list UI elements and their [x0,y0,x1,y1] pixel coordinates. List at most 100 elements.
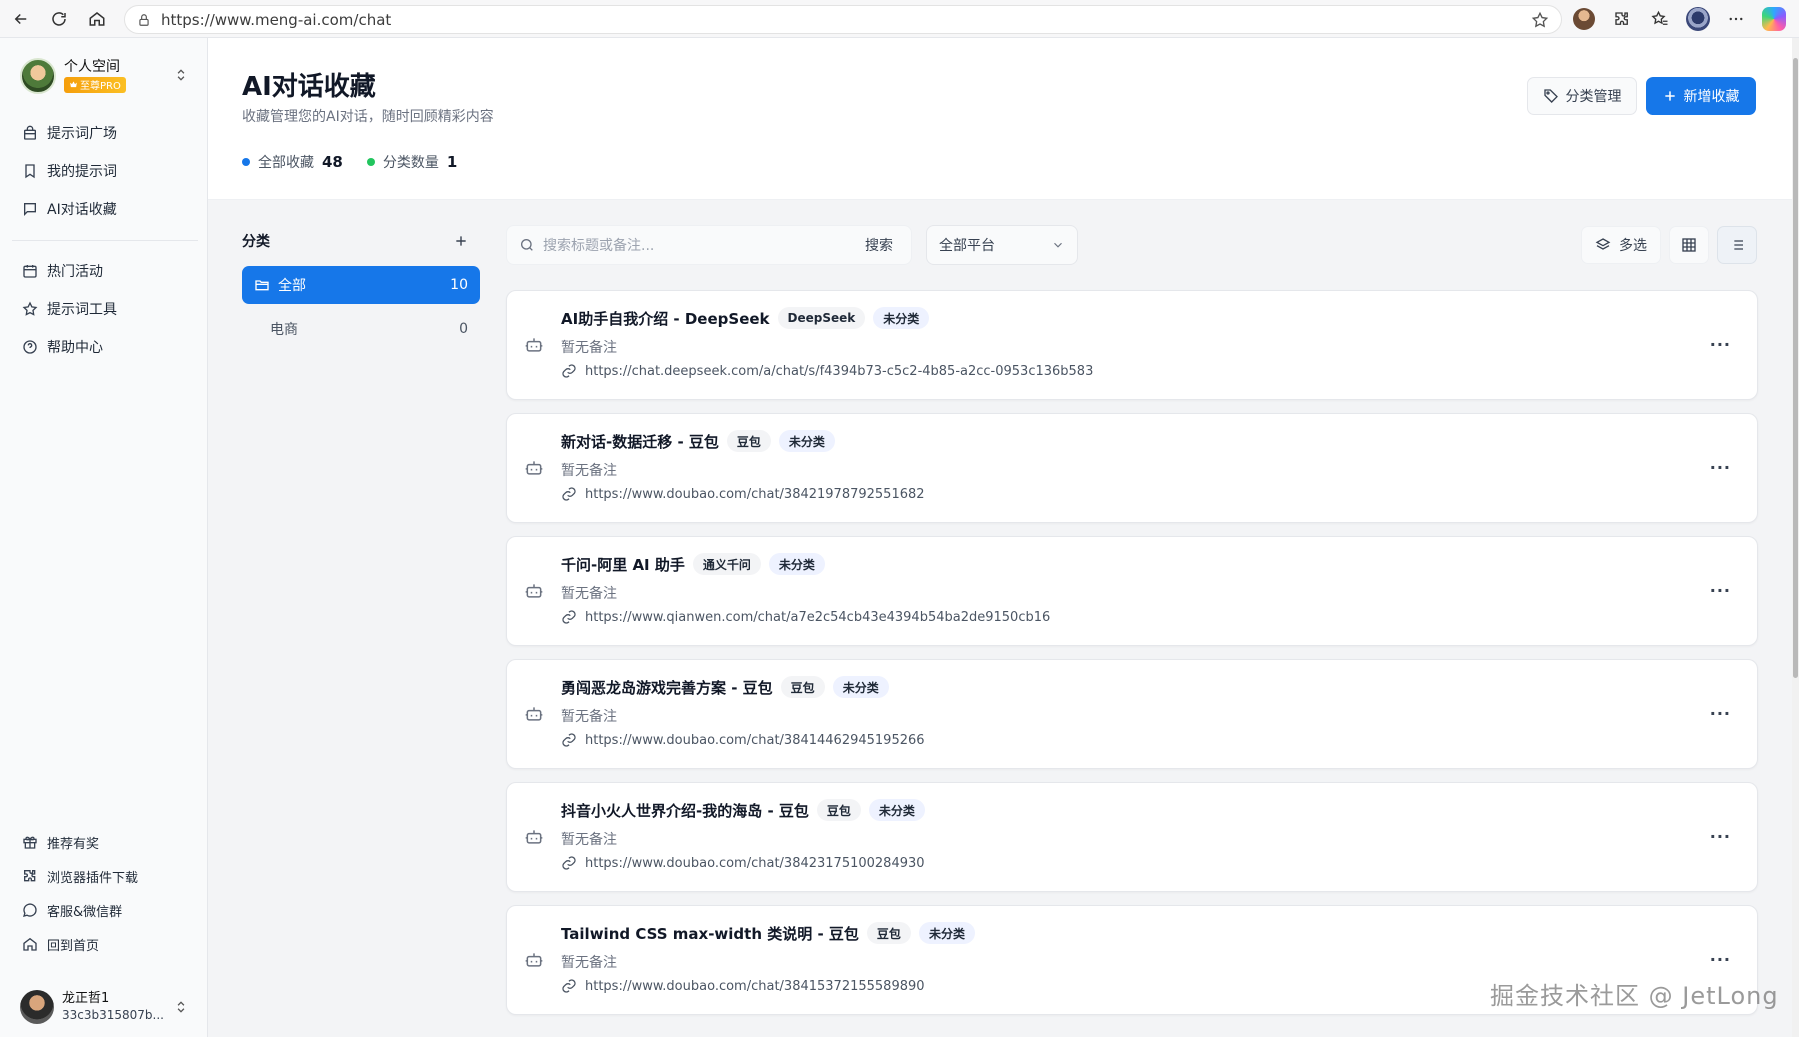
card-title: 新对话-数据迁移 - 豆包 [561,432,719,451]
lock-icon [137,13,151,27]
favorite-card[interactable]: AI助手自我介绍 - DeepSeek DeepSeek 未分类 暂无备注 ht… [506,290,1758,400]
stat-total-favorites: 全部收藏 48 [242,152,343,172]
link-icon [561,978,577,994]
robot-icon [524,827,544,847]
more-options-icon[interactable]: ··· [1710,581,1731,600]
back-icon[interactable] [4,2,38,36]
favorites-list: AI助手自我介绍 - DeepSeek DeepSeek 未分类 暂无备注 ht… [506,290,1758,1028]
sidebar-item-ai-chat-favorites[interactable]: AI对话收藏 [12,190,200,228]
chevron-updown-icon [174,999,188,1015]
favorite-card[interactable]: 新对话-数据迁移 - 豆包 豆包 未分类 暂无备注 https://www.do… [506,413,1758,523]
page-scrollbar[interactable] [1792,38,1799,1037]
list-view-button[interactable] [1717,226,1757,264]
link-icon [561,363,577,379]
more-options-icon[interactable]: ··· [1710,950,1731,969]
page-title: AI对话收藏 [242,72,376,102]
favorite-card[interactable]: 千问-阿里 AI 助手 通义千问 未分类 暂无备注 https://www.qi… [506,536,1758,646]
category-item-all[interactable]: 全部 10 [242,266,480,304]
sidebar-item-prompt-tools[interactable]: 提示词工具 [12,290,200,328]
profile-icon[interactable] [1684,5,1712,33]
category-tag: 未分类 [918,922,975,944]
refresh-icon[interactable] [42,2,76,36]
url-text: https://www.meng-ai.com/chat [161,10,392,29]
card-title: 千问-阿里 AI 助手 [561,555,685,574]
favorites-icon[interactable] [1646,5,1674,33]
user-avatar [20,990,54,1024]
more-options-icon[interactable]: ··· [1710,335,1731,354]
address-bar[interactable]: https://www.meng-ai.com/chat [124,5,1562,34]
pro-badge: 至尊PRO [64,76,126,93]
card-title: 抖音小火人世界介绍-我的海岛 - 豆包 [561,801,809,820]
help-circle-icon [21,338,39,356]
multi-select-button[interactable]: 多选 [1581,226,1661,264]
copilot-icon[interactable] [1760,5,1788,33]
user-switcher[interactable]: 龙正哲1 33c3b315807b... [20,987,196,1027]
bottom-menu: 推荐有奖 浏览器插件下载 客服&微信群 回到首页 [12,825,200,961]
scrollbar-thumb[interactable] [1793,58,1798,678]
puzzle-icon[interactable] [1608,5,1636,33]
add-favorite-button[interactable]: 新增收藏 [1646,77,1756,115]
user-id: 33c3b315807b... [62,1008,164,1022]
extension-avatar-icon[interactable] [1570,5,1598,33]
link-icon [561,732,577,748]
crown-icon [69,80,78,89]
message-circle-icon [21,901,39,919]
home-icon [21,935,39,953]
gift-icon [21,833,39,851]
favorite-star-icon[interactable] [1531,11,1549,29]
add-category-icon[interactable] [454,234,468,248]
category-item-ecommerce[interactable]: 电商 0 [242,310,480,348]
card-url[interactable]: https://www.doubao.com/chat/384153721555… [585,979,925,994]
grid-view-button[interactable] [1669,226,1709,264]
card-url[interactable]: https://www.doubao.com/chat/384219787925… [585,487,925,502]
sidebar-item-browser-plugin[interactable]: 浏览器插件下载 [12,859,200,893]
sidebar: 个人空间 至尊PRO 提示词广场 我的提示词 AI对话收藏 热门活动 提示词工具… [0,38,208,1037]
sidebar-item-back-home[interactable]: 回到首页 [12,927,200,961]
card-title: Tailwind CSS max-width 类说明 - 豆包 [561,924,859,943]
favorite-card[interactable]: 抖音小火人世界介绍-我的海岛 - 豆包 豆包 未分类 暂无备注 https://… [506,782,1758,892]
sidebar-item-my-prompts[interactable]: 我的提示词 [12,152,200,190]
category-tag: 未分类 [868,799,925,821]
more-options-icon[interactable]: ··· [1710,827,1731,846]
sidebar-item-prompt-square[interactable]: 提示词广场 [12,114,200,152]
sidebar-item-referral[interactable]: 推荐有奖 [12,825,200,859]
platform-tag: 豆包 [726,430,771,452]
sidebar-item-help-center[interactable]: 帮助中心 [12,328,200,366]
space-switcher[interactable]: 个人空间 至尊PRO [20,56,196,96]
layers-icon [1595,237,1611,253]
more-options-icon[interactable]: ··· [1710,458,1731,477]
card-url[interactable]: https://www.doubao.com/chat/384231751002… [585,856,925,871]
sidebar-item-hot-events[interactable]: 热门活动 [12,252,200,290]
card-url[interactable]: https://chat.deepseek.com/a/chat/s/f4394… [585,364,1093,379]
more-icon[interactable] [1722,5,1750,33]
platform-tag: 通义千问 [692,553,761,575]
robot-icon [524,950,544,970]
card-title: AI助手自我介绍 - DeepSeek [561,309,770,328]
card-title: 勇闯恶龙岛游戏完善方案 - 豆包 [561,678,773,697]
search-box[interactable]: 搜索标题或备注... 搜索 [506,225,912,265]
category-manage-button[interactable]: 分类管理 [1527,77,1637,115]
home-icon[interactable] [80,2,114,36]
link-icon [561,609,577,625]
grid-icon [1681,237,1697,253]
search-input[interactable]: 搜索标题或备注... [543,235,654,255]
bookmark-icon [21,162,39,180]
list-icon [1729,237,1745,253]
category-header: 分类 [230,222,480,260]
card-url[interactable]: https://www.doubao.com/chat/384144629451… [585,733,925,748]
page-header: AI对话收藏 收藏管理您的AI对话，随时回顾精彩内容 全部收藏 48 分类数量 … [208,38,1799,200]
chevron-updown-icon [174,67,188,83]
platform-tag: 豆包 [780,676,825,698]
favorite-card[interactable]: 勇闯恶龙岛游戏完善方案 - 豆包 豆包 未分类 暂无备注 https://www… [506,659,1758,769]
category-tag: 未分类 [778,430,835,452]
card-note: 暂无备注 [561,955,617,971]
robot-icon [524,581,544,601]
card-url[interactable]: https://www.qianwen.com/chat/a7e2c54cb43… [585,610,1050,625]
chevron-down-icon [1051,238,1065,252]
sidebar-item-support-wechat[interactable]: 客服&微信群 [12,893,200,927]
search-button[interactable]: 搜索 [865,235,893,255]
calendar-icon [21,262,39,280]
search-icon [519,237,535,253]
platform-select[interactable]: 全部平台 [926,225,1078,265]
more-options-icon[interactable]: ··· [1710,704,1731,723]
